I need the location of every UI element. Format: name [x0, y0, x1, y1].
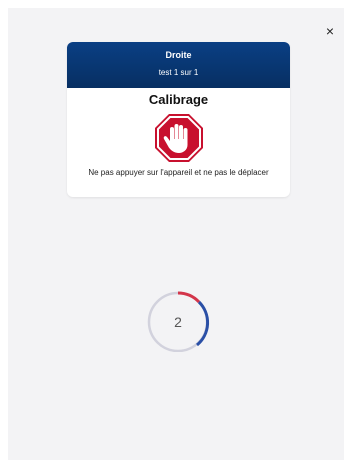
test-counter: test 1 sur 1: [158, 68, 199, 77]
countdown-number: 2: [174, 314, 182, 330]
dialog-title: Calibrage: [148, 92, 209, 107]
close-button[interactable]: ×: [322, 22, 338, 40]
dialog-header: Droite test 1 sur 1: [67, 42, 290, 88]
calibration-dialog: Droite test 1 sur 1 Calibrage Ne pas app…: [67, 42, 290, 197]
stop-hand-icon: [154, 114, 203, 162]
side-label: Droite: [165, 50, 192, 60]
dialog-message: Ne pas appuyer sur l'appareil et ne pas …: [88, 168, 269, 177]
